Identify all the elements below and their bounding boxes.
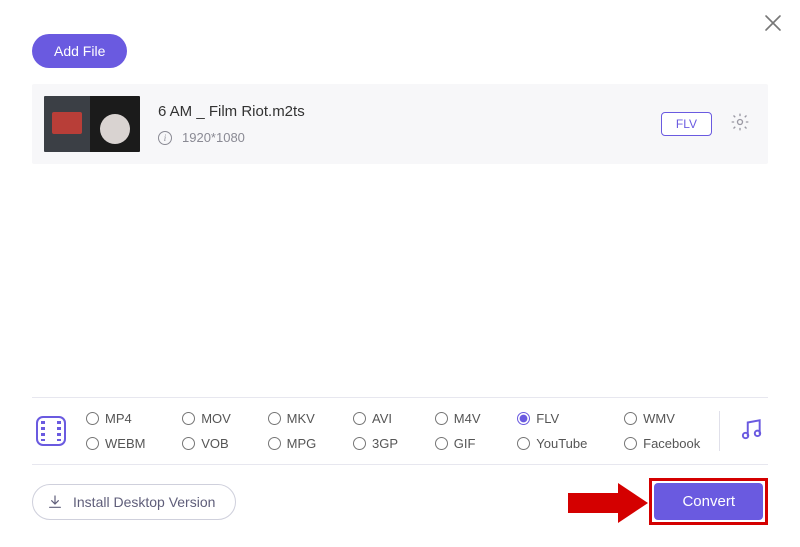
format-option-mov[interactable]: MOV bbox=[182, 411, 239, 426]
info-icon: i bbox=[158, 131, 172, 145]
install-label: Install Desktop Version bbox=[73, 494, 215, 510]
add-file-button[interactable]: Add File bbox=[32, 34, 127, 68]
format-option-facebook[interactable]: Facebook bbox=[624, 436, 709, 451]
format-option-3gp[interactable]: 3GP bbox=[353, 436, 407, 451]
format-option-avi[interactable]: AVI bbox=[353, 411, 407, 426]
format-label: MPG bbox=[287, 436, 317, 451]
format-option-gif[interactable]: GIF bbox=[435, 436, 490, 451]
format-label: WMV bbox=[643, 411, 675, 426]
convert-button[interactable]: Convert bbox=[654, 483, 763, 520]
file-row: 6 AM _ Film Riot.m2ts i 1920*1080 FLV bbox=[32, 84, 768, 164]
download-icon bbox=[47, 494, 63, 510]
output-format-button[interactable]: FLV bbox=[661, 112, 712, 136]
format-option-mkv[interactable]: MKV bbox=[268, 411, 325, 426]
format-option-vob[interactable]: VOB bbox=[182, 436, 239, 451]
format-option-youtube[interactable]: YouTube bbox=[517, 436, 596, 451]
convert-highlight: Convert bbox=[649, 478, 768, 525]
video-thumbnail bbox=[44, 96, 140, 152]
format-option-mpg[interactable]: MPG bbox=[268, 436, 325, 451]
format-label: MKV bbox=[287, 411, 315, 426]
format-label: AVI bbox=[372, 411, 392, 426]
format-label: VOB bbox=[201, 436, 228, 451]
gear-icon[interactable] bbox=[730, 112, 750, 137]
format-label: 3GP bbox=[372, 436, 398, 451]
format-bar: MP4 MOV MKV AVI M4V FLV WMV WEBM VOB MPG 3GP GIF You… bbox=[32, 397, 768, 465]
file-name: 6 AM _ Film Riot.m2ts bbox=[158, 103, 661, 120]
file-resolution: 1920*1080 bbox=[182, 130, 245, 145]
divider bbox=[719, 411, 720, 451]
format-option-wmv[interactable]: WMV bbox=[624, 411, 709, 426]
format-label: Facebook bbox=[643, 436, 700, 451]
format-option-m4v[interactable]: M4V bbox=[435, 411, 490, 426]
film-icon[interactable] bbox=[36, 416, 66, 446]
format-label: M4V bbox=[454, 411, 481, 426]
format-option-webm[interactable]: WEBM bbox=[86, 436, 154, 451]
install-desktop-button[interactable]: Install Desktop Version bbox=[32, 484, 236, 520]
format-label: MOV bbox=[201, 411, 231, 426]
format-label: WEBM bbox=[105, 436, 145, 451]
format-option-flv[interactable]: FLV bbox=[517, 411, 596, 426]
close-icon[interactable] bbox=[764, 14, 782, 36]
music-icon[interactable] bbox=[738, 416, 764, 447]
format-option-mp4[interactable]: MP4 bbox=[86, 411, 154, 426]
format-label: FLV bbox=[536, 411, 559, 426]
format-label: YouTube bbox=[536, 436, 587, 451]
format-label: MP4 bbox=[105, 411, 132, 426]
format-label: GIF bbox=[454, 436, 476, 451]
